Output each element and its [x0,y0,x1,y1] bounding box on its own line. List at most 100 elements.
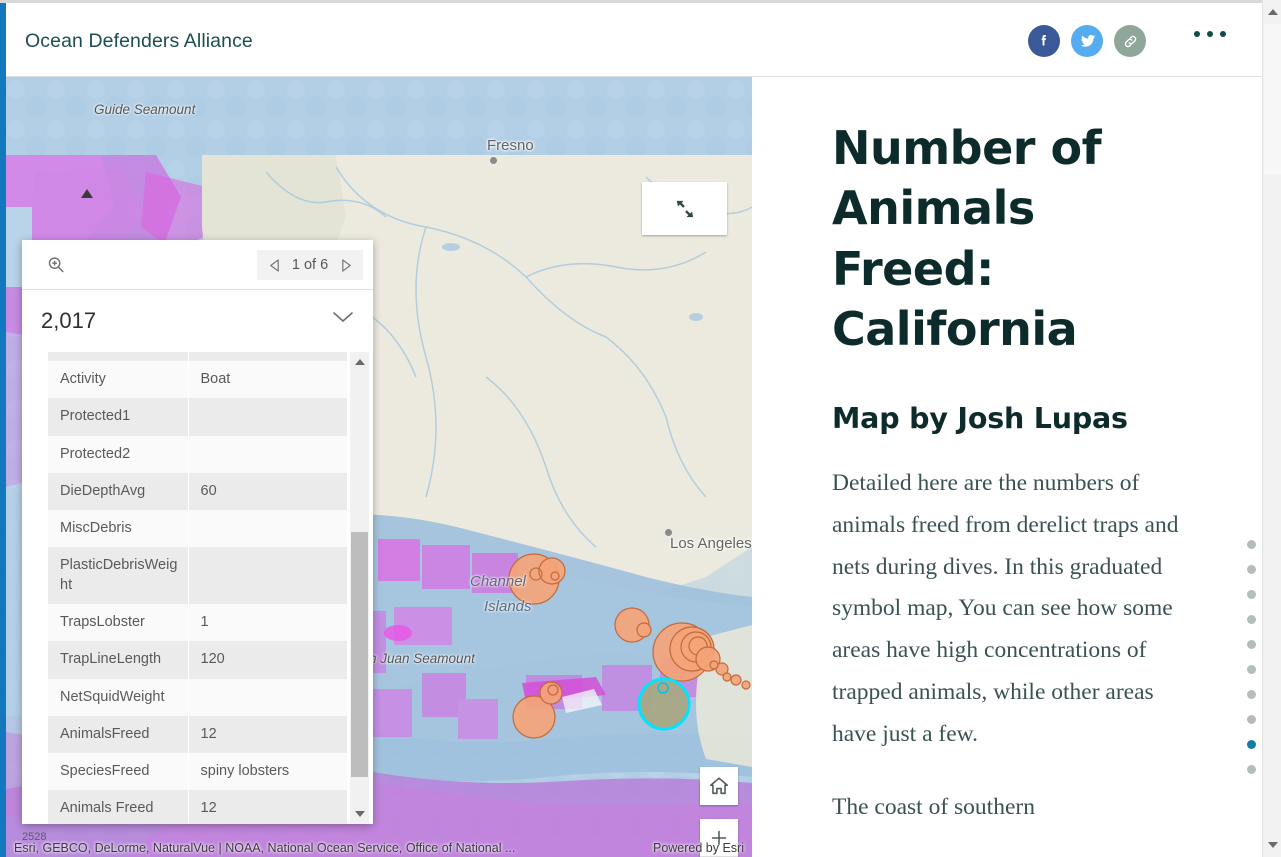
popup-header: 2,017 [22,290,373,352]
section-dot[interactable] [1247,615,1256,624]
popup-attribute-table: Activity Boat Protected1 Protected2 DieDepth… [48,352,347,824]
section-dot[interactable] [1247,715,1256,724]
popup-title: 2,017 [41,308,97,333]
zoom-in-button[interactable] [700,819,738,857]
panel-paragraph: Detailed here are the numbers of animals… [832,470,1179,747]
plus-icon [711,830,727,845]
popup-next-button[interactable] [337,254,355,276]
attribute-value [188,678,347,716]
attribute-key: MiscDebris [48,510,189,548]
expand-arrows-icon [676,200,693,217]
table-row: NetSquidWeight [48,678,347,716]
section-dot[interactable] [1247,740,1256,749]
scroll-down-button[interactable] [350,804,369,824]
attribute-value: 120 [188,641,347,679]
left-accent-bar [0,3,6,857]
attribute-value [188,510,347,548]
social-share-group [1028,25,1146,57]
section-dot[interactable] [1247,665,1256,674]
more-options-button[interactable] [1194,31,1226,37]
attribute-key: Animals Freed [48,790,189,824]
section-dot[interactable] [1247,540,1256,549]
chevron-right-icon [341,258,351,272]
table-row: PlasticDebrisWeight [48,547,347,604]
section-dots-nav [1247,540,1256,774]
table-row: DieDepthAvg 60 [48,472,347,511]
popup-toolbar: 1 of 6 [22,240,373,290]
table-row [48,352,347,361]
attribute-value [188,547,347,604]
table-row: Protected2 [48,435,347,473]
table-row: MiscDebris [48,510,347,548]
kebab-dot [1194,31,1200,37]
twitter-icon [1080,34,1095,47]
attribute-key: PlasticDebrisWeight [48,547,189,604]
feature-popup[interactable]: 1 of 6 2,017 Activity Boat Protected1 Prote… [22,240,373,824]
city-marker-fresno [490,157,497,164]
attribute-key [48,352,189,361]
expand-map-button[interactable] [642,182,727,235]
attribute-value: 12 [188,790,347,824]
panel-title: Number of Animals Freed: California [832,121,1102,356]
link-icon [1124,35,1136,47]
section-dot[interactable] [1247,690,1256,699]
copy-link-button[interactable] [1114,25,1146,57]
kebab-dot [1207,31,1213,37]
attribute-key: Activity [48,361,189,399]
popup-collapse-button[interactable] [332,310,354,329]
page-scrollbar-thumb[interactable] [1264,24,1281,174]
app-header: Ocean Defenders Alliance [6,3,1262,77]
attribute-value [188,352,347,361]
popup-pagination: 1 of 6 [257,250,363,280]
table-row: SpeciesFreed spiny lobsters [48,753,347,791]
panel-paragraph: The coast of southern [832,793,1035,820]
twitter-share-button[interactable] [1071,25,1103,57]
app-title: Ocean Defenders Alliance [25,30,253,52]
seamount-marker [81,189,93,198]
popup-attribute-area: Activity Boat Protected1 Protected2 DieDepth… [22,352,373,824]
attribute-key: TrapLineLength [48,641,189,679]
section-dot[interactable] [1247,765,1256,774]
city-marker-los-angeles [665,529,672,536]
attribute-value: 1 [188,603,347,642]
attribute-key: Protected2 [48,435,189,473]
attribute-key: SpeciesFreed [48,753,189,791]
kebab-dot [1220,31,1226,37]
page-scroll-down-button[interactable] [1263,835,1281,855]
table-row: TrapsLobster 1 [48,603,347,642]
story-panel: Number of Animals Freed: California Map … [752,77,1262,857]
page-scroll-up-button[interactable] [1263,2,1281,22]
panel-subtitle: Map by Josh Lupas [832,402,1128,435]
story-map-page: Ocean Defenders Alliance Guide Seamount … [0,0,1281,857]
attribute-value [188,435,347,473]
attribute-value: 60 [188,472,347,511]
popup-prev-button[interactable] [265,254,283,276]
facebook-icon [1041,35,1046,46]
attribute-value [188,398,347,436]
attribute-key: NetSquidWeight [48,678,189,716]
facebook-share-button[interactable] [1028,25,1060,57]
table-row: Activity Boat [48,361,347,399]
table-row: AnimalsFreed 12 [48,715,347,754]
default-extent-button[interactable] [700,767,738,805]
attribute-value: spiny lobsters [188,753,347,791]
scrollbar-thumb[interactable] [351,532,368,777]
attribute-key: AnimalsFreed [48,715,189,754]
table-row: Protected1 [48,398,347,436]
home-icon [709,777,729,795]
panel-body: Detailed here are the numbers of animals… [832,463,1187,829]
chevron-left-icon [269,258,279,272]
map-scale-text: 2528 [22,831,47,843]
popup-page-indicator: 1 of 6 [291,257,329,273]
section-dot[interactable] [1247,590,1256,599]
page-scrollbar[interactable] [1262,0,1281,857]
attribute-key: Protected1 [48,398,189,436]
section-dot[interactable] [1247,565,1256,574]
attribute-value: Boat [188,361,347,399]
popup-scrollbar[interactable] [350,352,369,824]
section-dot[interactable] [1247,640,1256,649]
scroll-up-button[interactable] [350,352,369,372]
top-divider [0,0,1281,3]
attribute-value: 12 [188,715,347,754]
zoom-to-feature-button[interactable] [42,251,70,279]
